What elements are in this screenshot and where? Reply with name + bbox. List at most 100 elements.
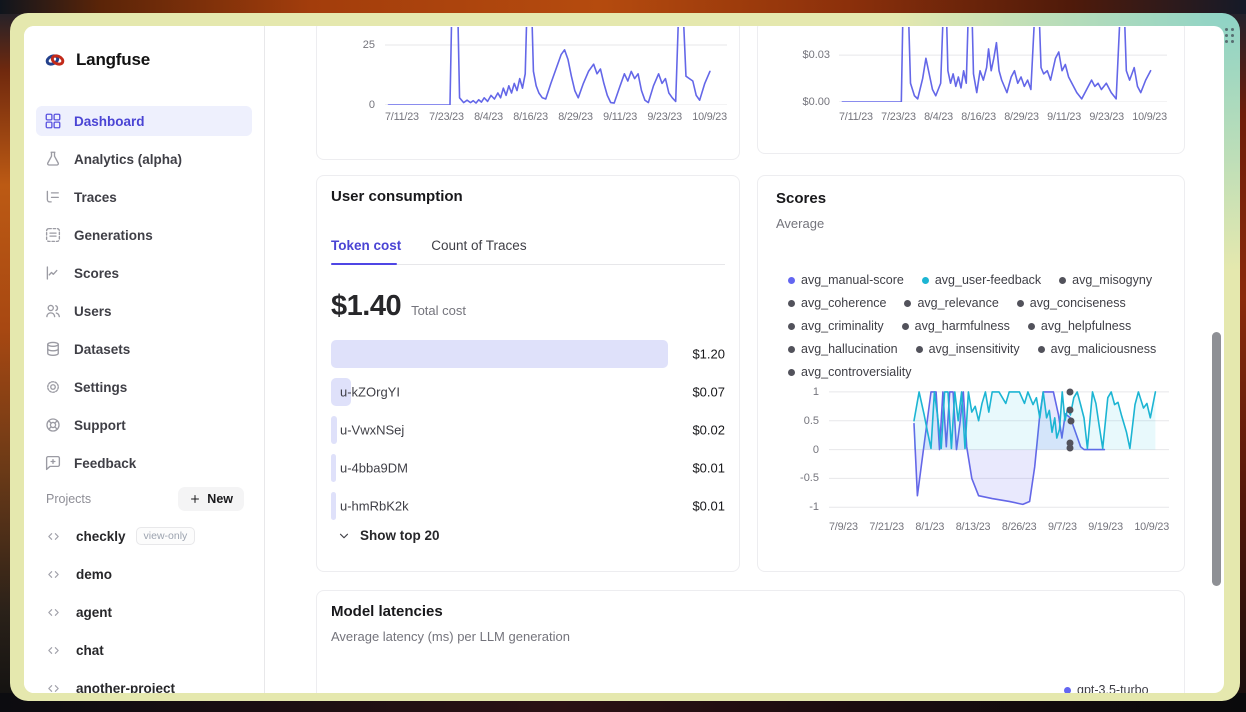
- sidebar-item-label: Traces: [74, 190, 117, 205]
- card-title: Model latencies: [331, 603, 443, 620]
- sidebar-item-users[interactable]: Users: [36, 296, 252, 326]
- legend-dot-icon: [788, 300, 795, 307]
- x-axis-label: 7/23/23: [881, 111, 916, 123]
- project-item-chat[interactable]: chat: [24, 636, 264, 664]
- x-axis-label: 7/21/23: [869, 521, 904, 533]
- x-axis-label: 8/29/23: [558, 111, 593, 123]
- consumption-row: u-4bba9DM $0.01: [331, 454, 725, 482]
- code-icon: [46, 567, 61, 582]
- legend-item: avg_coherence: [788, 296, 886, 310]
- active-tab-underline: [331, 263, 397, 265]
- new-project-label: New: [207, 492, 233, 506]
- consumption-bar: [331, 340, 668, 368]
- legend-label: avg_manual-score: [801, 273, 904, 287]
- scrollbar-thumb[interactable]: [1212, 332, 1221, 586]
- consumption-row: u-hmRbK2k$0.01: [331, 492, 725, 520]
- consumption-bar-list: $1.20u-kZOrgYI$0.07u-VwxNSej$0.02u-4bba9…: [331, 340, 725, 530]
- window-frame: Langfuse Dashboard Analytics (alpha) Tra…: [10, 13, 1240, 701]
- consumption-row: u-kZOrgYI$0.07: [331, 378, 725, 406]
- projects-section-label: Projects: [46, 492, 91, 506]
- project-item-another-project[interactable]: another-project: [24, 674, 264, 693]
- x-axis-label: 7/9/23: [829, 521, 858, 533]
- traces-icon: [44, 188, 62, 206]
- x-axis-label: 7/11/23: [839, 111, 873, 123]
- scatter-dot: [1067, 445, 1074, 452]
- sidebar-item-generations[interactable]: Generations: [36, 220, 252, 250]
- x-axis-label: 9/19/23: [1088, 521, 1123, 533]
- consumption-user-id: u-VwxNSej: [340, 423, 404, 438]
- legend-item: avg_maliciousness: [1038, 342, 1157, 356]
- sidebar-item-label: Users: [74, 304, 112, 319]
- code-icon: [46, 643, 61, 658]
- sidebar-nav: Dashboard Analytics (alpha) Traces Gener…: [24, 106, 264, 478]
- sidebar-item-label: Support: [74, 418, 126, 433]
- legend-row: avg_hallucinationavg_insensitivityavg_ma…: [788, 342, 1180, 356]
- project-item-agent[interactable]: agent: [24, 598, 264, 626]
- sidebar-item-label: Generations: [74, 228, 153, 243]
- sidebar-item-label: Analytics (alpha): [74, 152, 182, 167]
- consumption-user-id: u-4bba9DM: [340, 461, 408, 476]
- total-cost-value: $1.40: [331, 290, 401, 323]
- traces-timeseries-card: 250 7/11/237/23/238/4/238/16/238/29/239/…: [316, 26, 740, 160]
- legend-row: avg_controversiality: [788, 365, 1180, 379]
- legend-label: avg_relevance: [917, 296, 998, 310]
- consumption-value: $0.01: [692, 461, 725, 476]
- x-axis-label: 9/7/23: [1048, 521, 1077, 533]
- x-axis-label: 10/9/23: [692, 111, 727, 123]
- feedback-icon: [44, 454, 62, 472]
- sidebar-item-label: Feedback: [74, 456, 136, 471]
- x-axis-label: 10/9/23: [1132, 111, 1167, 123]
- project-name: chat: [76, 643, 104, 658]
- sidebar-item-label: Datasets: [74, 342, 130, 357]
- legend-row: avg_manual-scoreavg_user-feedbackavg_mis…: [788, 273, 1180, 287]
- code-icon: [46, 529, 61, 544]
- legend-label: avg_maliciousness: [1051, 342, 1157, 356]
- y-axis: 250: [341, 27, 375, 105]
- sidebar-item-label: Dashboard: [74, 114, 145, 129]
- x-axis-label: 8/26/23: [1002, 521, 1037, 533]
- total-cost-label: Total cost: [411, 303, 466, 318]
- x-axis-label: 9/23/23: [647, 111, 682, 123]
- sidebar: Langfuse Dashboard Analytics (alpha) Tra…: [24, 26, 265, 693]
- sidebar-item-dashboard[interactable]: Dashboard: [36, 106, 252, 136]
- tab-token-cost[interactable]: Token cost: [331, 238, 401, 253]
- new-project-button[interactable]: New: [178, 487, 244, 511]
- project-item-checkly[interactable]: checkly view-only: [24, 522, 264, 550]
- legend-label: avg_misogyny: [1072, 273, 1152, 287]
- x-axis-label: 8/4/23: [924, 111, 953, 123]
- code-icon: [46, 681, 61, 694]
- x-axis-label: 8/1/23: [915, 521, 944, 533]
- show-top-20-button[interactable]: Show top 20: [337, 528, 440, 543]
- project-name: checkly: [76, 529, 126, 544]
- sidebar-item-scores[interactable]: Scores: [36, 258, 252, 288]
- legend-dot-icon: [788, 323, 795, 330]
- sidebar-item-support[interactable]: Support: [36, 410, 252, 440]
- y-axis-label: 0: [813, 444, 819, 456]
- project-item-demo[interactable]: demo: [24, 560, 264, 588]
- legend-item: avg_manual-score: [788, 273, 904, 287]
- consumption-row: u-VwxNSej$0.02: [331, 416, 725, 444]
- flask-icon: [44, 150, 62, 168]
- consumption-bar: [331, 454, 336, 482]
- drag-handle-dots[interactable]: [1225, 28, 1234, 43]
- legend-label: avg_helpfulness: [1041, 319, 1131, 333]
- app-logo[interactable]: Langfuse: [24, 26, 264, 72]
- sidebar-item-traces[interactable]: Traces: [36, 182, 252, 212]
- legend-dot-icon: [788, 346, 795, 353]
- sidebar-item-settings[interactable]: Settings: [36, 372, 252, 402]
- sidebar-item-datasets[interactable]: Datasets: [36, 334, 252, 364]
- x-axis-label: 10/9/23: [1134, 521, 1169, 533]
- tab-count-of-traces[interactable]: Count of Traces: [431, 238, 526, 253]
- legend-item: avg_helpfulness: [1028, 319, 1131, 333]
- legend-label: avg_coherence: [801, 296, 886, 310]
- legend-dot-icon: [916, 346, 923, 353]
- plot-area: [385, 27, 727, 105]
- y-axis-label: -0.5: [800, 472, 819, 484]
- model-latencies-legend: gpt-3.5-turbo: [1064, 683, 1149, 693]
- legend-label: avg_controversiality: [801, 365, 911, 379]
- scores-legend: avg_manual-scoreavg_user-feedbackavg_mis…: [788, 273, 1180, 379]
- sidebar-item-feedback[interactable]: Feedback: [36, 448, 252, 478]
- wallpaper-top: [0, 0, 1246, 14]
- y-axis-label: -1: [809, 501, 819, 513]
- sidebar-item-analytics[interactable]: Analytics (alpha): [36, 144, 252, 174]
